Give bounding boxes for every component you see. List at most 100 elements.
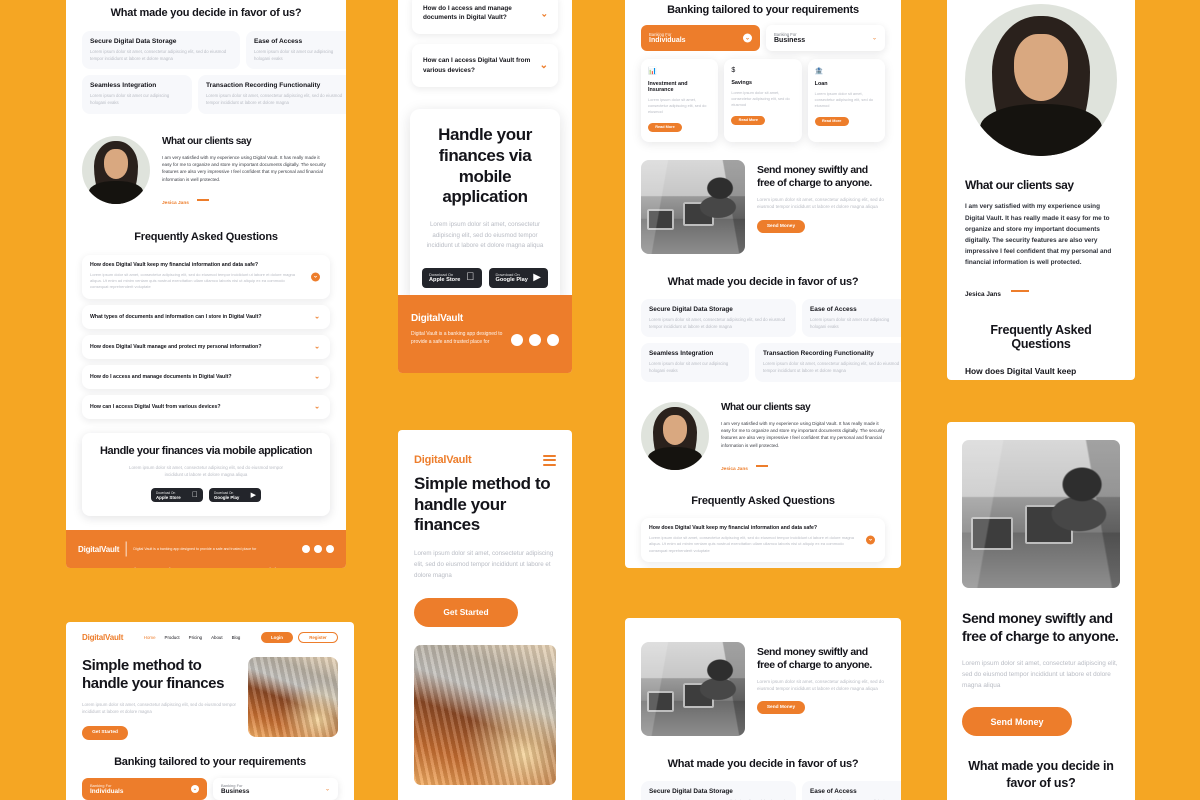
feature-card: Secure Digital Data Storage Lorem ipsum … (82, 31, 240, 70)
login-button[interactable]: Login (260, 632, 293, 643)
send-money-image (641, 642, 745, 736)
chevron-up-icon[interactable]: ⌄ (866, 535, 875, 545)
footer: DigitalVault | Digital Vault is a bankin… (66, 530, 346, 568)
chevron-down-icon[interactable]: ⌄ (314, 343, 320, 350)
chevron-down-icon[interactable]: ⌄ (314, 403, 320, 410)
get-started-button[interactable]: Get Started (414, 597, 518, 627)
chart-icon: 📊 (648, 68, 657, 75)
feature-card: Secure Digital Data Storage Lorem ipsum … (641, 299, 796, 338)
chevron-down-circle-icon[interactable]: ⌄ (191, 784, 199, 793)
banking-tab-value: Individuals (649, 37, 686, 44)
app-cta-title: Handle your finances via mobile applicat… (438, 125, 532, 207)
banking-heading: Banking tailored to your requirements (114, 755, 306, 768)
faq-answer: Lorem ipsum dolor sit amet, consectetur … (90, 272, 295, 290)
apple-store-button[interactable]: Download On Apple Store  (422, 267, 482, 288)
send-money-desc: Lorem ipsum dolor sit amet, consectetur … (962, 659, 1118, 690)
faq-item[interactable]: How does Digital Vault keep my financial… (965, 364, 1117, 380)
chevron-down-icon[interactable]: ⌄ (314, 373, 320, 380)
testimonial-heading: What our clients say (965, 178, 1074, 192)
faq-item[interactable]: How do I access and manage documents in … (412, 0, 558, 34)
banking-tab-individuals[interactable]: Banking For Individuals ⌄ (82, 777, 207, 800)
facebook-icon[interactable]: f (511, 334, 523, 346)
google-play-button[interactable]: Download On Google Play ▶ (488, 267, 548, 288)
feature-card: Seamless Integration Lorem ipsum dolor s… (82, 75, 192, 114)
navbar-logo[interactable]: DigitalVault (82, 633, 123, 642)
read-more-button[interactable]: Read More (731, 115, 766, 125)
send-money-button[interactable]: Send Money (757, 701, 805, 715)
faq-item[interactable]: How can I access Digital Vault from vari… (412, 43, 558, 88)
hero-image (248, 657, 338, 737)
service-title: Investment and Insurance (648, 81, 688, 93)
banking-tab-value: Business (774, 37, 806, 44)
chevron-down-icon[interactable]: ⌄ (872, 35, 877, 42)
chevron-down-icon[interactable]: ⌄ (325, 785, 330, 792)
testimonial-quote: I am very satisfied with my experience u… (965, 203, 1112, 267)
google-play-button[interactable]: Download On Google Play ▶ (209, 488, 261, 503)
get-started-button[interactable]: Get Started (82, 725, 128, 740)
youtube-icon[interactable]: ▶ (326, 545, 334, 554)
google-play-small: Download On (495, 272, 520, 278)
navbar-logo[interactable]: DigitalVault (414, 454, 472, 466)
feature-card: Ease of Access Lorem ipsum dolor sit ame… (802, 299, 901, 338)
faq-question: How do I access and manage documents in … (423, 5, 512, 21)
footer-col-title: Solutions (264, 567, 298, 568)
faq-question: How does Digital Vault keep my financial… (965, 365, 1079, 380)
chevron-down-icon[interactable]: ⌄ (540, 60, 548, 71)
banking-tab-label: Banking For (221, 782, 243, 788)
facebook-icon[interactable]: f (302, 545, 310, 554)
faq-heading: Frequently Asked Questions (691, 495, 835, 508)
banking-tab-value: Individuals (90, 787, 124, 795)
tablet-mockup-send-money-page: Send money swiftly and free of charge to… (625, 618, 901, 800)
mobile-mockup-faq-screen: How do I access and manage documents in … (398, 0, 572, 373)
footer-mobile: DigitalVault Digital Vault is a banking … (398, 295, 572, 373)
google-play-big: Google Play (214, 494, 240, 500)
mobile-mockup-send-money-screen: Send money swiftly and free of charge to… (947, 422, 1135, 800)
chevron-down-circle-icon[interactable]: ⌄ (743, 33, 752, 43)
nav-link-blog[interactable]: Blog (232, 635, 241, 640)
apple-store-button[interactable]: Download On Apple Store  (151, 488, 203, 503)
faq-item[interactable]: What types of documents and information … (82, 304, 330, 329)
read-more-button[interactable]: Read More (648, 122, 682, 132)
faq-item[interactable]: How does Digital Vault keep my financial… (82, 255, 330, 299)
youtube-icon[interactable]: ▶ (547, 334, 559, 346)
feature-desc: Lorem ipsum dolor sit amet, consectetur … (206, 93, 343, 105)
nav-link-home[interactable]: Home (144, 635, 156, 640)
feature-desc: Lorem ipsum dolor sit amet cur adipiscin… (649, 361, 729, 374)
hamburger-icon[interactable] (543, 454, 556, 466)
feature-title: Secure Digital Data Storage (649, 788, 733, 795)
banking-tab-business[interactable]: Banking For Business ⌄ (766, 25, 885, 51)
instagram-icon[interactable]: ▢ (529, 334, 541, 346)
feature-title: Transaction Recording Functionality (206, 82, 321, 90)
service-card: $ Savings Lorem ipsum dolor sit amet, co… (724, 59, 802, 143)
footer-col-title: Service (125, 567, 150, 568)
hero-title: Simple method to handle your finances (82, 657, 225, 692)
footer-col-title: Products (161, 567, 186, 568)
banking-tab-business[interactable]: Banking For Business ⌄ (213, 777, 338, 800)
read-more-button[interactable]: Read More (814, 116, 849, 126)
testimonial-quote: I am very satisfied with my experience u… (162, 154, 326, 182)
instagram-icon[interactable]: ▢ (314, 545, 322, 554)
nav-link-about[interactable]: About (211, 635, 222, 640)
faq-question: What types of documents and information … (90, 313, 262, 320)
banking-tab-individuals[interactable]: Banking For Individuals ⌄ (641, 25, 760, 51)
nav-link-pricing[interactable]: Pricing (189, 635, 202, 640)
chevron-up-icon[interactable]: ⌄ (311, 272, 320, 282)
faq-item[interactable]: How does Digital Vault keep my financial… (641, 518, 885, 562)
apple-store-small: Download On (429, 272, 454, 278)
chevron-down-icon[interactable]: ⌄ (314, 313, 320, 320)
footer-col-title: Contact Us (78, 567, 115, 568)
chevron-down-icon[interactable]: ⌄ (540, 9, 548, 18)
send-money-desc: Lorem ipsum dolor sit amet, consectetur … (757, 197, 884, 210)
play-icon: ▶ (533, 271, 541, 283)
faq-item[interactable]: How does Digital Vault manage and protec… (82, 334, 330, 359)
nav-link-product[interactable]: Product (165, 635, 180, 640)
send-money-button[interactable]: Send Money (962, 707, 1072, 737)
faq-item[interactable]: How can I access Digital Vault from vari… (82, 394, 330, 419)
register-button[interactable]: Register (297, 632, 338, 643)
faq-answer: Lorem ipsum dolor sit amet, consectetur … (649, 535, 854, 553)
send-money-button[interactable]: Send Money (757, 219, 805, 233)
google-play-big: Google Play (495, 277, 528, 284)
app-cta-desc: Lorem ipsum dolor sit amet, consectetur … (426, 221, 544, 250)
play-icon: ▶ (250, 491, 256, 499)
faq-item[interactable]: How do I access and manage documents in … (82, 364, 330, 389)
